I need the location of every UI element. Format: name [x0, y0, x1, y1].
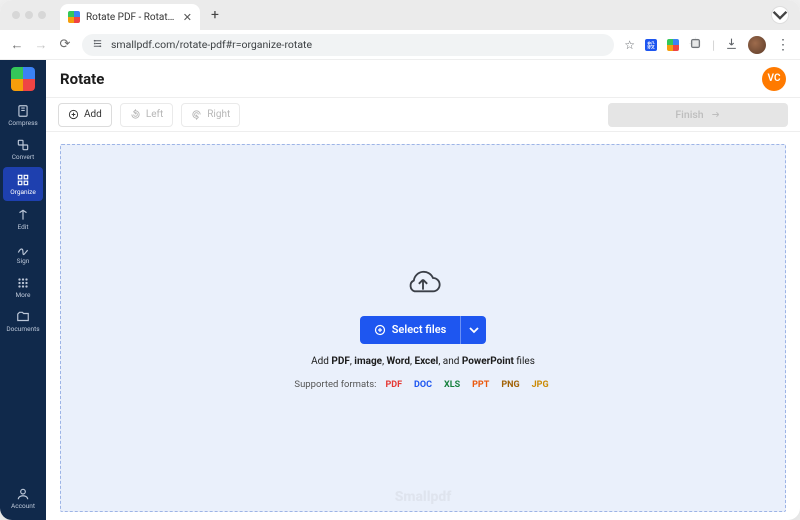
- convert-icon: [16, 138, 30, 152]
- chevron-down-icon: [469, 325, 479, 335]
- url-input[interactable]: smallpdf.com/rotate-pdf#r=organize-rotat…: [82, 34, 614, 56]
- plus-circle-icon: [68, 109, 79, 120]
- download-icon[interactable]: [725, 37, 738, 53]
- favicon-icon: [68, 11, 80, 23]
- finish-label: Finish: [675, 108, 703, 121]
- sidebar-item-compress[interactable]: Compress: [0, 98, 46, 132]
- sidebar-item-edit[interactable]: Edit: [0, 202, 46, 236]
- left-label: Left: [146, 109, 163, 120]
- tab-title: Rotate PDF - Rotate Pages O: [86, 12, 177, 23]
- sidebar-item-label: Compress: [8, 119, 38, 127]
- profile-avatar[interactable]: [748, 36, 766, 54]
- toolbar-actions: ☆ 毅 | ⋮: [624, 36, 790, 54]
- rotate-left-icon: [130, 109, 141, 120]
- sign-icon: [16, 242, 30, 256]
- sidebar-item-documents[interactable]: Documents: [0, 304, 46, 338]
- forward-button[interactable]: →: [34, 37, 48, 53]
- sidebar-item-label: More: [16, 291, 31, 299]
- app-logo[interactable]: [0, 60, 46, 98]
- tabs-dropdown-button[interactable]: [772, 7, 788, 23]
- app-body: Compress Convert Organize Edit Sign More: [0, 60, 800, 520]
- format-chip-doc: DOC: [411, 379, 435, 391]
- avatar-initials: VC: [768, 73, 781, 84]
- sidebar-item-account[interactable]: Account: [0, 476, 46, 520]
- supported-label: Supported formats:: [294, 379, 376, 390]
- sidebar: Compress Convert Organize Edit Sign More: [0, 60, 46, 520]
- format-chip-ppt: PPT: [469, 379, 492, 391]
- top-bar: Rotate VC: [46, 60, 800, 98]
- format-chip-jpg: JPG: [529, 379, 552, 391]
- sidebar-item-sign[interactable]: Sign: [0, 236, 46, 270]
- format-chip-pdf: PDF: [382, 379, 405, 391]
- select-files-label: Select files: [392, 323, 447, 336]
- sidebar-item-label: Organize: [10, 188, 36, 196]
- translate-icon[interactable]: 毅: [645, 39, 657, 51]
- sidebar-item-label: Sign: [17, 257, 30, 265]
- documents-icon: [16, 310, 30, 324]
- menu-icon[interactable]: ⋮: [776, 37, 790, 53]
- sidebar-item-organize[interactable]: Organize: [3, 167, 43, 201]
- chevron-down-icon: [772, 7, 788, 23]
- add-button[interactable]: Add: [58, 103, 112, 127]
- more-icon: [16, 276, 30, 290]
- cloud-upload-icon: [403, 266, 443, 304]
- page-title: Rotate: [60, 70, 104, 88]
- app-extension-icon[interactable]: [667, 39, 679, 51]
- rotate-left-button: Left: [120, 103, 173, 127]
- format-chip-png: PNG: [498, 379, 522, 391]
- watermark-text: Smallpdf: [61, 489, 785, 505]
- svg-text:毅: 毅: [647, 40, 655, 50]
- close-icon[interactable]: ✕: [183, 11, 192, 24]
- tool-bar: Add Left Right Finish: [46, 98, 800, 132]
- right-label: Right: [207, 109, 230, 120]
- select-files-dropdown[interactable]: [460, 316, 486, 344]
- canvas-area: Select files Add PDF, image, Word, Excel…: [46, 132, 800, 520]
- reload-button[interactable]: ⟳: [58, 37, 72, 52]
- site-settings-icon[interactable]: [92, 38, 103, 52]
- traffic-zoom[interactable]: [38, 11, 46, 19]
- arrow-right-icon: [710, 109, 721, 120]
- address-bar: ← → ⟳ smallpdf.com/rotate-pdf#r=organize…: [0, 30, 800, 60]
- user-avatar[interactable]: VC: [762, 67, 786, 91]
- traffic-close[interactable]: [12, 11, 20, 19]
- window-controls: [12, 11, 46, 19]
- back-button[interactable]: ←: [10, 37, 24, 53]
- sidebar-item-label: Edit: [17, 223, 28, 231]
- rotate-right-button: Right: [181, 103, 240, 127]
- sidebar-item-label: Convert: [12, 153, 35, 161]
- file-types-hint: Add PDF, image, Word, Excel, and PowerPo…: [311, 356, 535, 367]
- finish-button: Finish: [608, 103, 788, 127]
- edit-icon: [16, 208, 30, 222]
- extensions-icon[interactable]: [689, 37, 702, 53]
- browser-window: Rotate PDF - Rotate Pages O ✕ + ← → ⟳ sm…: [0, 0, 800, 520]
- sidebar-item-more[interactable]: More: [0, 270, 46, 304]
- account-icon: [16, 487, 30, 501]
- sidebar-item-convert[interactable]: Convert: [0, 132, 46, 166]
- rotate-right-icon: [191, 109, 202, 120]
- supported-formats: Supported formats: PDF DOC XLS PPT PNG J…: [294, 379, 551, 391]
- new-tab-button[interactable]: +: [206, 6, 224, 24]
- organize-icon: [16, 173, 30, 187]
- format-chip-xls: XLS: [441, 379, 463, 391]
- add-label: Add: [84, 109, 102, 120]
- select-files-button[interactable]: Select files: [360, 316, 461, 344]
- compress-icon: [16, 104, 30, 118]
- url-text: smallpdf.com/rotate-pdf#r=organize-rotat…: [111, 38, 312, 51]
- file-dropzone[interactable]: Select files Add PDF, image, Word, Excel…: [60, 144, 786, 512]
- main-panel: Rotate VC Add Left Right: [46, 60, 800, 520]
- plus-circle-icon: [374, 324, 386, 336]
- tab-strip: Rotate PDF - Rotate Pages O ✕ +: [0, 0, 800, 30]
- sidebar-item-label: Account: [11, 502, 35, 510]
- bookmark-icon[interactable]: ☆: [624, 38, 635, 52]
- traffic-minimize[interactable]: [25, 11, 33, 19]
- sidebar-item-label: Documents: [6, 325, 39, 333]
- select-files-group: Select files: [360, 316, 487, 344]
- browser-tab[interactable]: Rotate PDF - Rotate Pages O ✕: [60, 4, 200, 30]
